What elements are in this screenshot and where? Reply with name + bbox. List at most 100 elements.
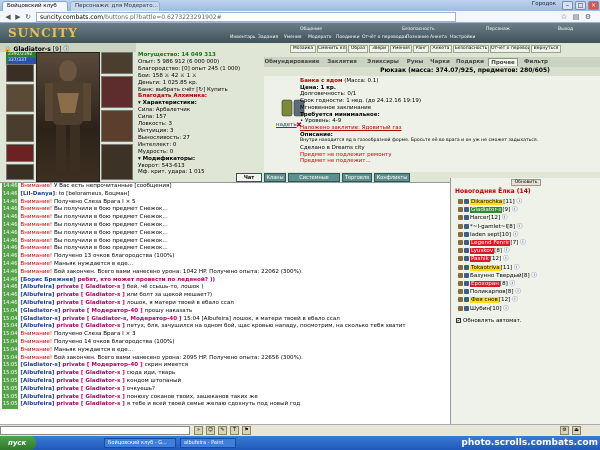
taskbar-button-browser[interactable]: Бойцовский клуб - G... — [104, 438, 176, 448]
online-user-name[interactable]: Базунно Твердый — [470, 273, 522, 279]
smiley-icon[interactable]: ☺ — [206, 426, 215, 435]
chat-nick[interactable]: [Gladiator-s] — [20, 316, 60, 322]
nav-item[interactable]: Персонаж — [486, 26, 510, 33]
chat-tab[interactable]: Чат — [236, 173, 262, 182]
online-user[interactable]: Dikarochka[11] ⓘ — [458, 198, 522, 206]
chat-tab[interactable]: Системные сообщения — [288, 173, 340, 190]
item-title[interactable]: Банка с ядом — [300, 78, 343, 84]
online-user[interactable]: Ерохоран[8] ⓘ — [458, 280, 515, 288]
chat-nick[interactable]: [Albufeira] — [20, 323, 54, 329]
top-button[interactable]: Сменить класс — [317, 45, 347, 53]
top-button[interactable]: Звери — [369, 45, 389, 53]
browser-tab[interactable]: Персонажи: для Модерато... — [70, 1, 160, 11]
star-icon[interactable]: ☆ — [560, 13, 568, 21]
back-icon[interactable]: ◀ — [4, 13, 12, 21]
start-button[interactable]: пуск — [0, 436, 36, 450]
chat-nick[interactable]: [Gladiator-s] — [20, 308, 60, 314]
close-button[interactable]: × — [588, 1, 599, 10]
nav-item[interactable]: Задания — [258, 34, 278, 41]
boots-slot[interactable] — [6, 164, 34, 180]
belt-slot[interactable] — [6, 144, 34, 162]
nav-item[interactable]: Анкета — [430, 34, 447, 41]
online-user-name[interactable]: Iaden sept — [470, 232, 500, 238]
refresh-button[interactable]: Обновить — [511, 179, 541, 186]
info-icon[interactable]: ⓘ — [501, 256, 509, 262]
shop-tab[interactable]: Обмундирование — [264, 58, 320, 66]
info-icon[interactable]: ⓘ — [512, 265, 520, 271]
top-button[interactable]: Вернуться — [531, 45, 561, 53]
online-user-name[interactable]: Pashik — [470, 256, 490, 263]
forward-icon[interactable]: ▶ — [14, 13, 22, 21]
filter-icon[interactable]: ⚑ — [242, 426, 251, 435]
clear-icon[interactable]: ✎ — [218, 426, 227, 435]
top-button[interactable]: Анкета — [430, 45, 452, 53]
chat-tab[interactable]: Конфликты — [374, 173, 410, 182]
online-user-name[interactable]: Legend Fenrir — [470, 240, 511, 246]
shield-slot[interactable] — [101, 76, 133, 108]
url-input[interactable]: suncity.combats.com/buttons.pl?battle=0.… — [36, 12, 456, 22]
chat-nick[interactable]: [Albufeira] — [20, 284, 54, 290]
info-icon[interactable]: ⓘ — [514, 289, 521, 295]
online-user[interactable]: Pashik[12] ⓘ — [458, 255, 509, 263]
send-button[interactable]: » — [194, 426, 203, 435]
chat-nick[interactable]: [Albufeira] — [20, 386, 54, 392]
settings-icon[interactable]: ⚙ — [560, 426, 569, 435]
top-button[interactable]: Ранг — [413, 45, 429, 53]
shop-tab[interactable]: Эликсиры — [364, 58, 402, 66]
online-user[interactable]: *~I-gamlet~I[8] ⓘ — [458, 223, 522, 231]
online-user-name[interactable]: Harcer — [470, 215, 489, 221]
message-input[interactable] — [0, 426, 190, 435]
amulet-slot[interactable] — [101, 52, 133, 74]
info-icon[interactable]: ⓘ — [511, 232, 519, 238]
online-user[interactable]: Фея снов[12] ⓘ — [458, 296, 518, 304]
top-button[interactable]: Умения — [390, 45, 412, 53]
minimize-button[interactable]: – — [562, 1, 573, 10]
online-user-name[interactable]: Шубин — [470, 306, 490, 312]
nav-item[interactable]: Модерато — [308, 34, 332, 41]
online-user-name[interactable]: *~I-gamlet~I — [470, 224, 507, 230]
online-user-name[interactable]: Фея снов — [470, 297, 499, 304]
auto-update-checkbox[interactable]: ✔ Обновлять автомат. — [456, 318, 522, 324]
info-icon[interactable]: ⓘ — [508, 281, 516, 287]
taskbar-button-paint[interactable]: albufeira - Paint — [180, 438, 236, 448]
top-button[interactable]: Безопасность — [453, 45, 489, 53]
armor-slot[interactable] — [6, 84, 34, 112]
reload-icon[interactable]: ↻ — [24, 13, 32, 21]
online-user[interactable]: Legend Fenrir[7] ⓘ — [458, 239, 526, 247]
nav-item[interactable]: Умения — [284, 34, 301, 41]
shop-tab[interactable]: Фильтр — [521, 58, 551, 66]
shop-tab[interactable]: Прочее — [488, 58, 518, 66]
maximize-button[interactable]: □ — [575, 1, 586, 10]
nav-item[interactable]: Инвентарь — [230, 34, 256, 41]
online-user-name[interactable]: Поликарпов — [470, 289, 506, 295]
weapon-slot[interactable] — [6, 114, 34, 142]
nav-item[interactable]: Выход — [558, 26, 573, 33]
online-user[interactable]: Harcer[12] ⓘ — [458, 214, 508, 222]
chat-tab[interactable]: Торговля — [342, 173, 372, 182]
page-icon[interactable]: ▤ — [572, 13, 580, 21]
online-user-name[interactable]: Gladiator-s — [470, 207, 503, 214]
chat-nick[interactable]: [Albufeira] — [20, 394, 54, 400]
info-icon[interactable]: ⓘ — [510, 207, 518, 213]
chat-nick[interactable]: [Albufeira] — [20, 300, 54, 306]
browser-tab-active[interactable]: Бойцовский клуб — [2, 1, 68, 11]
equip-link[interactable]: надеть — [276, 122, 297, 128]
online-user[interactable]: Gladiator-s[9] ⓘ — [458, 206, 518, 214]
top-button[interactable]: Образ — [348, 45, 368, 53]
online-user-name[interactable]: Ерохоран — [470, 281, 500, 287]
item-spell[interactable]: Наложено заклятие: Ядовитый газ — [300, 125, 402, 131]
nav-item[interactable]: Поединки — [336, 34, 360, 41]
chat-nick[interactable]: [Albufeira] — [20, 378, 54, 384]
info-icon[interactable]: ⓘ — [515, 199, 522, 205]
info-icon[interactable]: ⓘ — [515, 224, 523, 230]
exit-icon[interactable]: ⏏ — [572, 426, 581, 435]
info-icon[interactable]: ⓘ — [502, 248, 510, 254]
info-icon[interactable]: ⓘ — [500, 215, 508, 221]
nav-item[interactable]: Отчёт о переводах — [362, 34, 407, 41]
chat-nick[interactable]: [Lil-Danya] — [20, 191, 55, 197]
chat-tab[interactable]: Кланы — [264, 173, 286, 182]
online-user-name[interactable]: Tokaotriva — [470, 264, 501, 271]
online-user[interactable]: Tokaotriva[11] ⓘ — [458, 264, 520, 272]
chat-nick[interactable]: [Gladiator-s] — [20, 362, 60, 368]
online-user[interactable]: Шубин[10] ⓘ — [458, 305, 509, 313]
